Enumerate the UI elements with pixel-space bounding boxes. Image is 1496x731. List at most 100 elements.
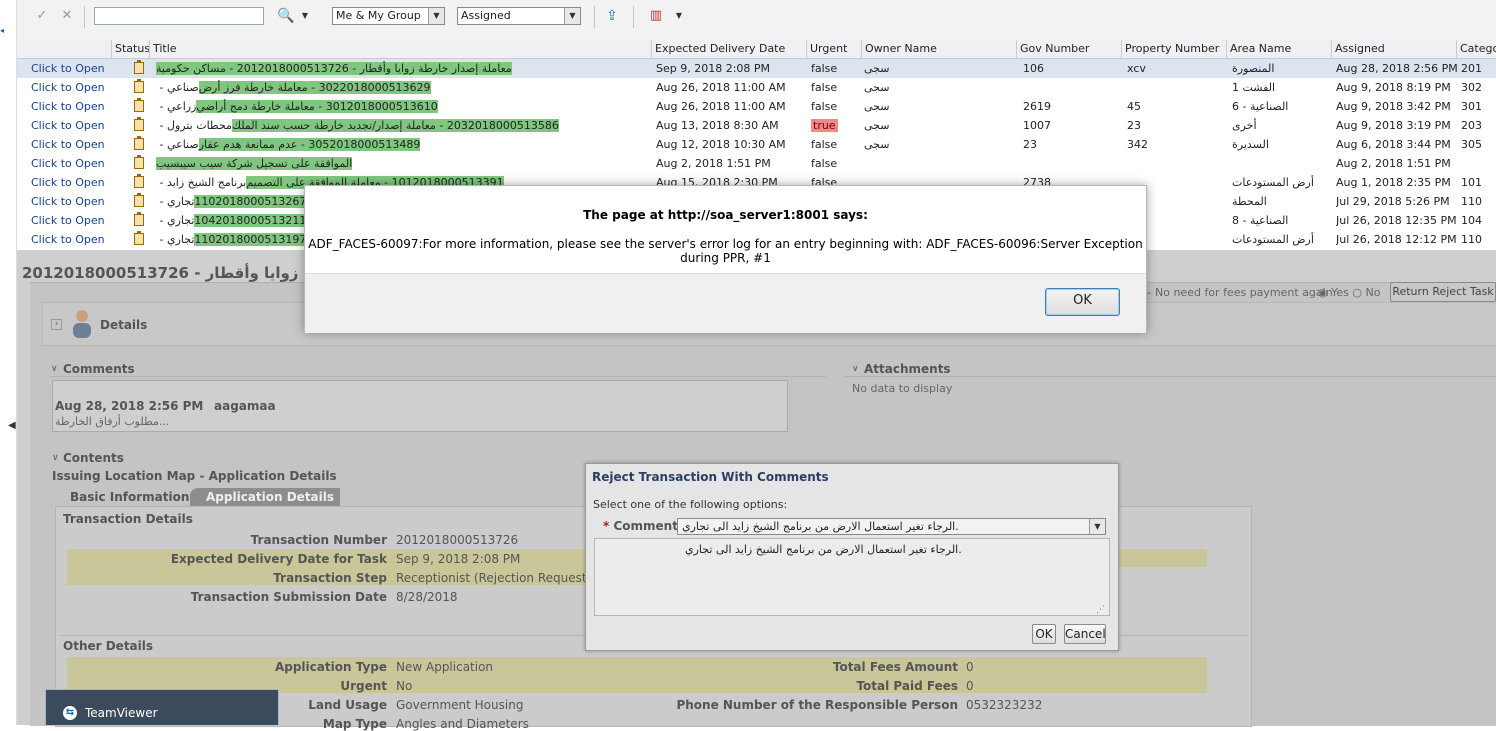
task-title-highlight: الموافقة على تسجيل شركة سيب سيبسيب bbox=[156, 157, 353, 170]
collapse-icon[interactable]: ∨ bbox=[51, 364, 58, 374]
radio-no[interactable]: ○ No bbox=[1352, 286, 1380, 299]
highlight-band bbox=[67, 657, 1207, 693]
collapse-left-icon[interactable]: ◀ bbox=[8, 420, 16, 431]
owner-cell: سجى bbox=[864, 62, 890, 75]
reject-ok-button[interactable]: OK bbox=[1032, 624, 1056, 644]
click-to-open-link[interactable]: Click to Open bbox=[31, 59, 105, 78]
task-title-cell[interactable]: زراعي - 3012018000513610 - معاملة خارطة … bbox=[156, 97, 438, 116]
group-filter-value: Me & My Group bbox=[336, 9, 421, 22]
category-cell: 305 bbox=[1461, 138, 1482, 151]
column-header-status[interactable]: Status bbox=[111, 40, 149, 58]
click-to-open-link[interactable]: Click to Open bbox=[31, 192, 105, 211]
reject-icon[interactable]: ✕ bbox=[60, 9, 74, 23]
comment-user: aagamaa bbox=[214, 399, 276, 413]
column-header-owner[interactable]: Owner Name bbox=[861, 40, 1016, 58]
reject-dialog-title: Reject Transaction With Comments bbox=[592, 470, 829, 484]
left-splitter bbox=[0, 0, 17, 725]
area-name-cell: السديرة bbox=[1232, 138, 1269, 151]
click-to-open-link[interactable]: Click to Open bbox=[31, 230, 105, 249]
comment-text: مطلوب أرفاق الخارطة... bbox=[55, 415, 170, 428]
click-to-open-link[interactable]: Click to Open bbox=[31, 135, 105, 154]
other-field-value: Angles and Diameters bbox=[396, 717, 529, 731]
state-filter-select[interactable]: Assigned ▼ bbox=[457, 7, 581, 25]
radio-no-label: No bbox=[1365, 286, 1381, 299]
click-to-open-link[interactable]: Click to Open bbox=[31, 116, 105, 135]
comments-textarea-text: .الرجاء تغير استعمال الارض من برنامج الش… bbox=[685, 543, 962, 556]
property-number-cell: xcv bbox=[1127, 62, 1146, 75]
other-field-value: No bbox=[396, 679, 413, 693]
chart-icon[interactable]: ▥ bbox=[649, 9, 663, 23]
click-to-open-link[interactable]: Click to Open bbox=[31, 97, 105, 116]
gov-number-cell: 106 bbox=[1023, 62, 1044, 75]
assigned-cell: Aug 1, 2018 2:35 PM bbox=[1336, 176, 1451, 189]
urgent-value: false bbox=[811, 157, 838, 170]
other-field-value: 0 bbox=[966, 660, 974, 674]
collapse-icon[interactable]: ∨ bbox=[852, 364, 859, 374]
search-icon[interactable]: 🔍 bbox=[277, 9, 294, 23]
alert-ok-button[interactable]: OK bbox=[1045, 288, 1120, 316]
clipboard-icon bbox=[134, 212, 144, 226]
comments-header: Comments bbox=[63, 362, 135, 376]
click-to-open-link[interactable]: Click to Open bbox=[31, 78, 105, 97]
column-header-expected-delivery[interactable]: Expected Delivery Date bbox=[651, 40, 806, 58]
export-icon[interactable]: ⇪ bbox=[605, 9, 619, 23]
reject-transaction-dialog: Reject Transaction With Comments Select … bbox=[585, 463, 1119, 651]
nav-marker-icon: ◂ bbox=[0, 26, 5, 35]
table-row[interactable]: Click to Open زراعي - 3012018000513610 - … bbox=[16, 97, 1496, 116]
task-title-cell[interactable]: محطات بترول - 2032018000513586 - معاملة … bbox=[156, 116, 559, 135]
task-title-cell[interactable]: الموافقة على تسجيل شركة سيب سيبسيب bbox=[156, 154, 353, 173]
attachments-header: Attachments bbox=[864, 362, 951, 376]
tab-basic-information[interactable]: Basic Information bbox=[60, 488, 195, 506]
comments-select[interactable]: .الرجاء تغير استعمال الارض من برنامج الش… bbox=[677, 518, 1106, 535]
category-cell: 301 bbox=[1461, 100, 1482, 113]
teamviewer-label: TeamViewer bbox=[85, 706, 158, 720]
other-field-value: 0532323232 bbox=[966, 698, 1043, 712]
approve-icon[interactable]: ✓ bbox=[35, 9, 49, 23]
clipboard-icon bbox=[134, 117, 144, 131]
comments-textarea[interactable]: .الرجاء تغير استعمال الارض من برنامج الش… bbox=[594, 538, 1110, 616]
urgent-value: false bbox=[811, 62, 838, 75]
column-header-property-number[interactable]: Property Number bbox=[1121, 40, 1226, 58]
task-title-cell[interactable]: معاملة إصدار خارطة زوايا وأقطار - 201201… bbox=[156, 59, 512, 78]
field-label: Transaction Number bbox=[250, 533, 387, 547]
tab-application-details[interactable]: Application Details bbox=[190, 488, 340, 506]
collapse-icon[interactable]: ∨ bbox=[52, 453, 59, 463]
alert-footer: OK bbox=[305, 273, 1146, 333]
column-header-category[interactable]: Categor bbox=[1456, 40, 1496, 58]
table-row[interactable]: Click to Open صناعي - 3052018000513489 - … bbox=[16, 135, 1496, 154]
task-title-cell[interactable]: تجاري - 1102018000513197 - bbox=[156, 230, 314, 249]
task-title-cell[interactable]: صناعي - 3022018000513629 - معاملة خارطة … bbox=[156, 78, 431, 97]
task-title-cell[interactable]: تجاري - 1042018000513211 - bbox=[156, 211, 314, 230]
task-title-highlight: 3012018000513610 - معاملة خارطة دمج أراض… bbox=[196, 100, 438, 113]
radio-yes[interactable]: ◉ Yes bbox=[1318, 286, 1349, 299]
teamviewer-icon: ⇆ bbox=[63, 706, 77, 720]
table-row[interactable]: Click to Open معاملة إصدار خارطة زوايا وأ… bbox=[16, 59, 1496, 78]
attachments-empty: No data to display bbox=[852, 382, 953, 395]
click-to-open-link[interactable]: Click to Open bbox=[31, 173, 105, 192]
group-filter-select[interactable]: Me & My Group ▼ bbox=[332, 7, 445, 25]
column-header-assigned[interactable]: Assigned bbox=[1331, 40, 1456, 58]
task-title-highlight: 2032018000513586 - معاملة إصدار/تجديد خا… bbox=[231, 119, 559, 132]
resize-handle-icon[interactable]: ⋰ bbox=[1096, 605, 1105, 615]
table-row[interactable]: Click to Open صناعي - 3022018000513629 - … bbox=[16, 78, 1496, 97]
column-header-urgent[interactable]: Urgent bbox=[806, 40, 861, 58]
teamviewer-panel[interactable]: ⇆ TeamViewer bbox=[45, 689, 279, 725]
click-to-open-link[interactable]: Click to Open bbox=[31, 154, 105, 173]
search-input[interactable] bbox=[94, 7, 264, 25]
table-row[interactable]: Click to Open الموافقة على تسجيل شركة سيب… bbox=[16, 154, 1496, 173]
reject-cancel-button[interactable]: Cancel bbox=[1064, 624, 1106, 644]
return-reject-task-button[interactable]: Return Reject Task bbox=[1390, 282, 1496, 302]
chevron-down-icon[interactable]: ▼ bbox=[672, 9, 686, 23]
column-header-gov-number[interactable]: Gov Number bbox=[1016, 40, 1121, 58]
column-header-area[interactable]: Area Name bbox=[1226, 40, 1331, 58]
table-row[interactable]: Click to Open محطات بترول - 2032018000513… bbox=[16, 116, 1496, 135]
clipboard-icon bbox=[134, 155, 144, 169]
task-title-cell[interactable]: تجاري - 1102018000513267 - bbox=[156, 192, 314, 211]
click-to-open-link[interactable]: Click to Open bbox=[31, 211, 105, 230]
delivery-date-cell: Sep 9, 2018 2:08 PM bbox=[656, 62, 771, 75]
task-title-cell[interactable]: صناعي - 3052018000513489 - عدم ممانعة هد… bbox=[156, 135, 421, 154]
column-header-title[interactable]: Title bbox=[149, 40, 651, 58]
other-field-value: Government Housing bbox=[396, 698, 524, 712]
expand-icon[interactable]: › bbox=[51, 319, 62, 330]
chevron-down-icon[interactable]: ▼ bbox=[298, 9, 312, 23]
